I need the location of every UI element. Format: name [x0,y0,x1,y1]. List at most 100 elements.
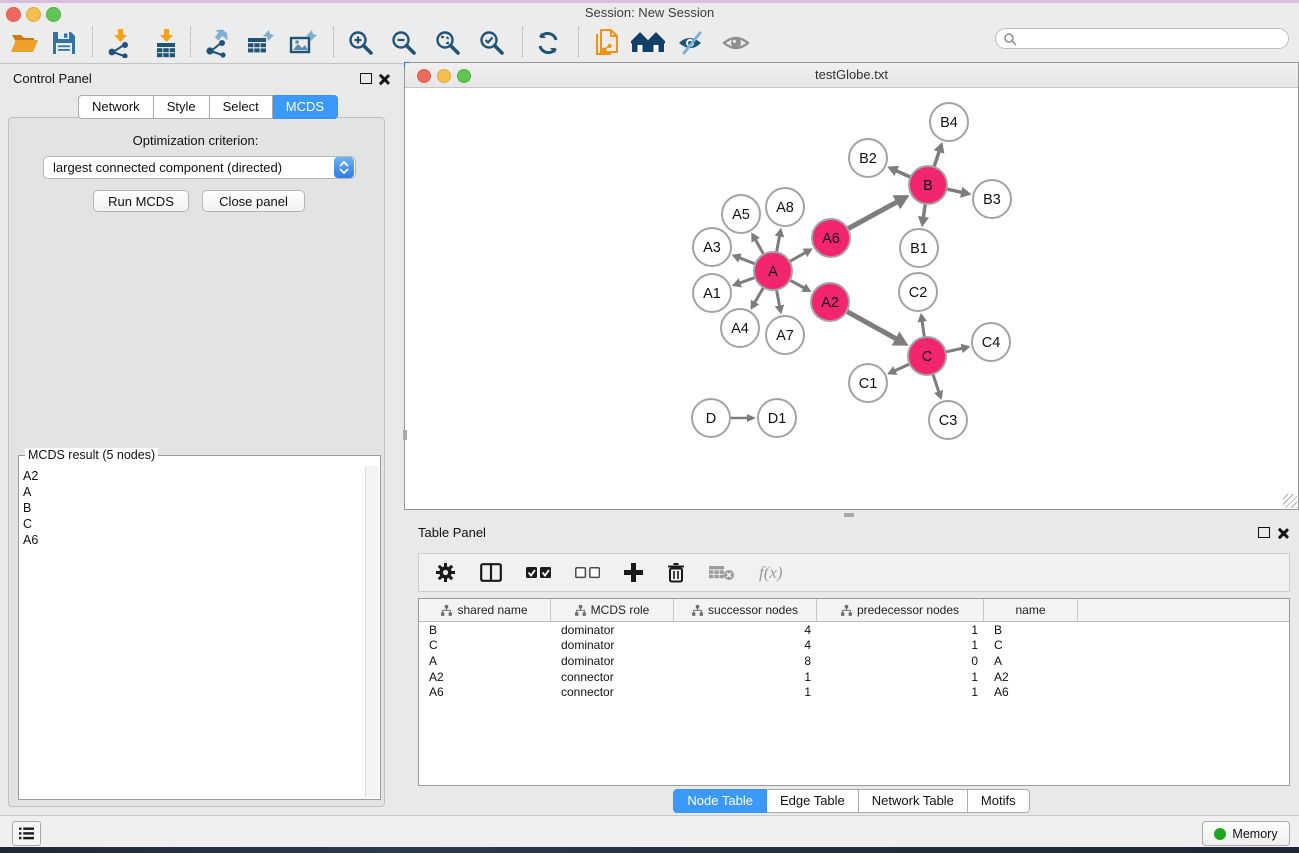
save-session-button[interactable] [46,26,82,60]
graph-edge-A-A6[interactable] [789,248,813,262]
delete-table-button-disabled[interactable] [709,564,735,581]
graph-node-C2[interactable]: C2 [899,273,937,311]
graph-edge-D-D1[interactable] [729,414,756,422]
close-panel-button[interactable]: Close panel [202,190,305,212]
control-panel-close-button[interactable] [378,74,389,85]
table-cell[interactable]: B [419,623,551,637]
refresh-button[interactable] [530,26,566,60]
control-panel-float-button[interactable] [360,73,372,84]
table-cell[interactable]: C [984,638,1078,652]
table-row[interactable]: Adominator80A [419,653,1289,669]
table-cell[interactable]: A2 [984,670,1078,684]
graph-edge-C-C3[interactable] [933,373,944,400]
graph-edge-A2-C[interactable] [846,311,909,346]
graph-edge-A-A7[interactable] [775,289,784,315]
graph-node-B1[interactable]: B1 [900,229,938,267]
criterion-select[interactable]: largest connected component (directed) [43,156,356,179]
zoom-fit-button[interactable] [430,26,466,60]
memory-button[interactable]: Memory [1202,821,1290,846]
mcds-result-item[interactable]: A6 [23,532,364,548]
run-mcds-button[interactable]: Run MCDS [93,190,189,212]
table-cell[interactable]: B [984,623,1078,637]
graph-edge-C-C2[interactable] [917,313,927,338]
graph-node-D1[interactable]: D1 [758,399,796,437]
graph-node-A[interactable]: A [754,252,792,290]
mcds-result-item[interactable]: A [23,484,364,500]
table-cell[interactable]: A [419,654,551,668]
graph-node-A7[interactable]: A7 [766,316,804,354]
table-cell[interactable]: A [984,654,1078,668]
graph-node-C3[interactable]: C3 [929,401,967,439]
table-row[interactable]: Cdominator41C [419,638,1289,654]
table-panel-close-button[interactable] [1277,528,1288,539]
column-header-successor-nodes[interactable]: successor nodes [674,599,817,621]
table-cell[interactable]: 1 [674,670,817,684]
home-button[interactable] [630,26,666,60]
tab-edge-table[interactable]: Edge Table [767,789,859,813]
table-cell[interactable]: 1 [817,638,984,652]
select-all-button[interactable] [526,567,551,579]
graph-edge-C-C4[interactable] [945,344,971,353]
graph-node-C[interactable]: C [908,337,946,375]
table-settings-button[interactable] [435,562,456,583]
hide-graphics-button[interactable] [673,26,709,60]
table-cell[interactable]: A6 [419,685,551,699]
toolbar-search[interactable] [995,28,1289,49]
zoom-out-button[interactable] [386,26,422,60]
function-builder-button-disabled[interactable]: f(x) [759,563,783,583]
table-cell[interactable]: 1 [817,685,984,699]
column-header-MCDS-role[interactable]: MCDS role [551,599,674,621]
graph-node-A8[interactable]: A8 [766,188,804,226]
graph-node-B3[interactable]: B3 [973,180,1011,218]
app-titlebar[interactable]: Session: New Session [0,3,1299,22]
graph-node-A2[interactable]: A2 [811,283,849,321]
mcds-result-list[interactable]: A2ABCA6 [23,468,364,797]
table-row[interactable]: A6connector11A6 [419,684,1289,700]
table-cell[interactable]: 8 [674,654,817,668]
import-network-button[interactable] [102,26,138,60]
export-image-button[interactable] [285,26,321,60]
mcds-result-item[interactable]: B [23,500,364,516]
tab-motifs[interactable]: Motifs [968,789,1030,813]
graph-edge-A-A1[interactable] [732,277,756,287]
graph-edge-B-B4[interactable] [934,142,945,168]
table-cell[interactable]: A6 [984,685,1078,699]
graph-node-C4[interactable]: C4 [972,323,1010,361]
graph-node-A1[interactable]: A1 [693,274,731,312]
tab-network-table[interactable]: Network Table [859,789,968,813]
column-header-shared-name[interactable]: shared name [419,599,551,621]
table-cell[interactable]: 1 [817,623,984,637]
graph-node-B[interactable]: B [909,166,947,204]
tab-mcds[interactable]: MCDS [273,95,338,119]
open-file-button[interactable] [7,26,43,60]
zoom-in-button[interactable] [343,26,379,60]
tab-select[interactable]: Select [210,95,273,119]
export-table-button[interactable] [242,26,278,60]
mcds-result-item[interactable]: A2 [23,468,364,484]
graph-edge-A-A3[interactable] [732,254,757,265]
table-cell[interactable]: 4 [674,638,817,652]
table-row[interactable]: A2connector11A2 [419,669,1289,685]
graph-node-A4[interactable]: A4 [721,309,759,347]
column-header-predecessor-nodes[interactable]: predecessor nodes [817,599,984,621]
table-cell[interactable]: connector [551,670,674,684]
graph-edge-A-A5[interactable] [751,232,764,255]
show-graphics-button[interactable] [718,26,754,60]
table-cell[interactable]: dominator [551,638,674,652]
table-cell[interactable]: 4 [674,623,817,637]
mcds-result-scrollbar[interactable] [365,466,379,798]
task-history-button[interactable] [12,821,41,846]
network-graph-canvas[interactable]: AA1A2A3A4A5A6A7A8BB1B2B3B4CC1C2C3C4DD1 [405,87,1298,509]
tab-node-table[interactable]: Node Table [673,789,767,813]
graph-node-A3[interactable]: A3 [693,228,731,266]
table-cell[interactable]: 0 [817,654,984,668]
graph-node-A5[interactable]: A5 [722,195,760,233]
open-session-file-button[interactable] [589,26,625,60]
column-header-name[interactable]: name [984,599,1078,621]
window-resize-grip[interactable] [1283,494,1297,508]
graph-edge-A-A4[interactable] [751,287,764,310]
graph-edge-A6-B[interactable] [847,195,910,229]
table-cell[interactable]: dominator [551,654,674,668]
export-network-button[interactable] [200,26,236,60]
graph-edge-B-B2[interactable] [887,166,911,178]
